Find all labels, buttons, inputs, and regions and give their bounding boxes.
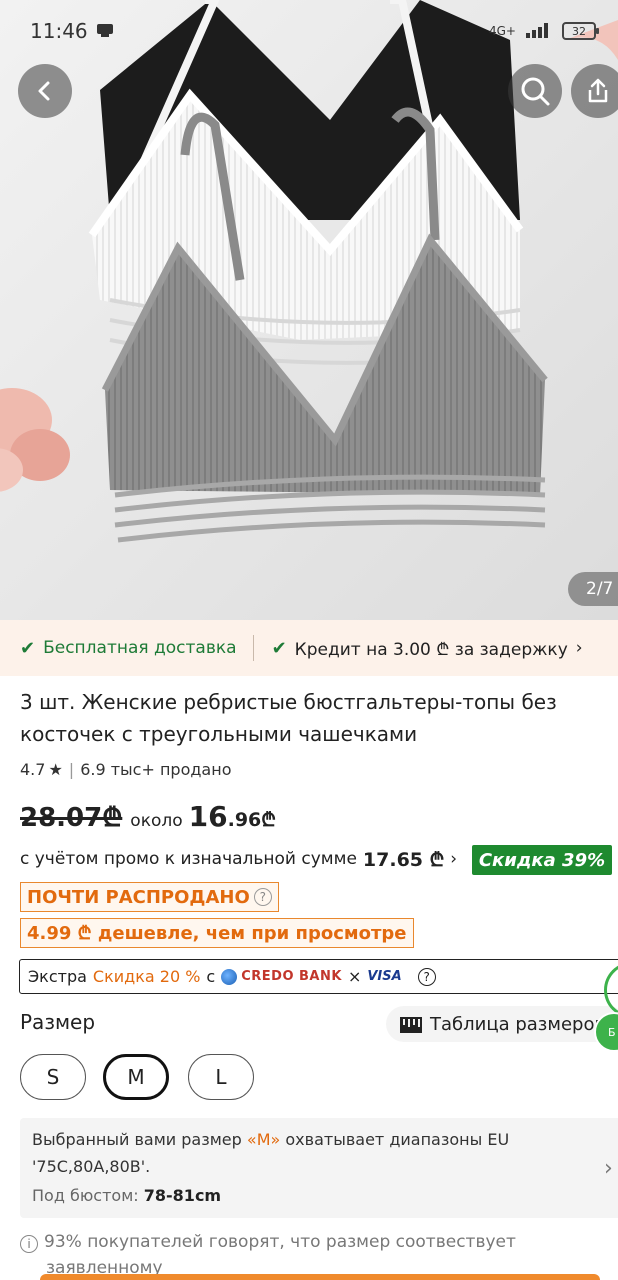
fit-text: Выбранный вами размер «M» охватывает диа… bbox=[32, 1126, 618, 1180]
back-button[interactable] bbox=[18, 64, 72, 118]
new-price: 16 bbox=[188, 800, 228, 833]
bank-offer[interactable]: Экстра Скидка 20 % с CREDO BANK × VISA ? bbox=[19, 959, 618, 994]
battery-icon: 32 bbox=[562, 22, 599, 40]
almost-sold-out-badge[interactable]: ПОЧТИ РАСПРОДАНО ? bbox=[20, 882, 279, 912]
bust-label: Под бюстом: bbox=[32, 1186, 139, 1205]
almost-sold-out-label: ПОЧТИ РАСПРОДАНО bbox=[27, 886, 250, 908]
check-icon: ✔ bbox=[20, 637, 36, 659]
product-title: 3 шт. Женские ребристые бюстгальтеры-топ… bbox=[20, 690, 557, 746]
ruler-icon bbox=[400, 1017, 422, 1033]
size-chart-button[interactable]: Таблица размеров bbox=[386, 1006, 618, 1042]
battery-level: 32 bbox=[572, 24, 586, 38]
promo-text: с учётом промо к изначальной сумме bbox=[20, 849, 357, 869]
add-to-cart-bar[interactable] bbox=[40, 1274, 600, 1280]
chevron-right-icon: › bbox=[450, 849, 458, 869]
discount-badge: Скидка 39% bbox=[472, 845, 612, 875]
question-icon[interactable]: ? bbox=[417, 967, 436, 986]
size-label: Размер bbox=[20, 1010, 96, 1034]
status-time: 11:46 bbox=[30, 19, 114, 43]
chevron-left-icon bbox=[38, 81, 50, 101]
extra-with: с bbox=[206, 967, 216, 986]
network-type: 4G+ bbox=[489, 24, 516, 38]
size-option-l[interactable]: L bbox=[188, 1054, 254, 1100]
search-button[interactable] bbox=[508, 64, 562, 118]
chevron-right-icon[interactable]: › bbox=[604, 1156, 613, 1181]
visa-logo: VISA bbox=[367, 969, 402, 984]
sold-count: 6.9 тыс+ продано bbox=[80, 760, 232, 779]
search-icon bbox=[521, 77, 550, 106]
separator: | bbox=[68, 760, 75, 779]
times-sign: × bbox=[347, 967, 362, 986]
price-row: 28.07₾ около 16 .96₾ bbox=[20, 798, 276, 834]
extra-prefix: Экстра bbox=[28, 967, 87, 986]
info-icon: i bbox=[20, 1235, 38, 1253]
size-chart-label: Таблица размеров bbox=[430, 1013, 606, 1035]
free-delivery-label: Бесплатная доставка bbox=[43, 638, 237, 658]
rating-value: 4.7 bbox=[20, 760, 46, 779]
note-line-1: 93% покупателей говорят, что размер соот… bbox=[44, 1232, 516, 1252]
cheaper-badge: 4.99 ₾ дешевле, чем при просмотре bbox=[20, 918, 414, 948]
signal-icon bbox=[526, 22, 552, 41]
fit-size: «M» bbox=[246, 1130, 281, 1149]
bust-row: Под бюстом: 78-81cm bbox=[32, 1182, 618, 1209]
promo-row[interactable]: с учётом промо к изначальной сумме 17.65… bbox=[20, 846, 457, 872]
check-icon: ✔ bbox=[271, 637, 287, 659]
clock-text: 11:46 bbox=[30, 19, 88, 43]
shipping-strip[interactable]: ✔ Бесплатная доставка ✔ Кредит на 3.00 ₾… bbox=[0, 620, 618, 676]
chevron-right-icon: › bbox=[575, 638, 583, 658]
free-delivery[interactable]: ✔ Бесплатная доставка bbox=[0, 638, 237, 659]
delay-credit-label: Кредит на 3.00 ₾ за задержку bbox=[294, 639, 568, 660]
fit-note: i 93% покупателей говорят, что размер со… bbox=[20, 1232, 516, 1278]
bank-icon bbox=[221, 968, 238, 985]
bank-logo: CREDO BANK bbox=[221, 968, 342, 985]
status-icons: 4G+ 32 bbox=[489, 22, 599, 41]
bank-name: CREDO BANK bbox=[241, 969, 342, 984]
promo-amount: 17.65 ₾ bbox=[362, 849, 445, 871]
size-option-s[interactable]: S bbox=[20, 1054, 86, 1100]
about-label: около bbox=[130, 811, 183, 831]
notification-icon bbox=[96, 19, 114, 43]
product-image-gallery[interactable]: 11:46 4G+ 32 2/7 bbox=[0, 0, 618, 620]
size-fit-info[interactable]: Выбранный вами размер «M» охватывает диа… bbox=[20, 1118, 618, 1218]
old-price: 28.07₾ bbox=[20, 803, 123, 833]
rating-row[interactable]: 4.7 ★ | 6.9 тыс+ продано bbox=[20, 760, 231, 779]
share-button[interactable] bbox=[571, 64, 618, 118]
question-icon: ? bbox=[253, 888, 272, 906]
size-option-m[interactable]: M bbox=[103, 1054, 169, 1100]
bust-value: 78-81cm bbox=[143, 1186, 222, 1205]
image-counter: 2/7 bbox=[568, 572, 618, 606]
delay-credit[interactable]: ✔ Кредит на 3.00 ₾ за задержку › bbox=[254, 637, 583, 660]
new-price-cents: .96₾ bbox=[227, 809, 276, 831]
fit-text-1: Выбранный вами размер bbox=[32, 1130, 242, 1149]
status-bar: 11:46 4G+ 32 bbox=[0, 0, 618, 62]
share-icon bbox=[588, 78, 608, 103]
extra-discount: Скидка 20 % bbox=[92, 967, 201, 986]
star-icon: ★ bbox=[48, 760, 63, 779]
